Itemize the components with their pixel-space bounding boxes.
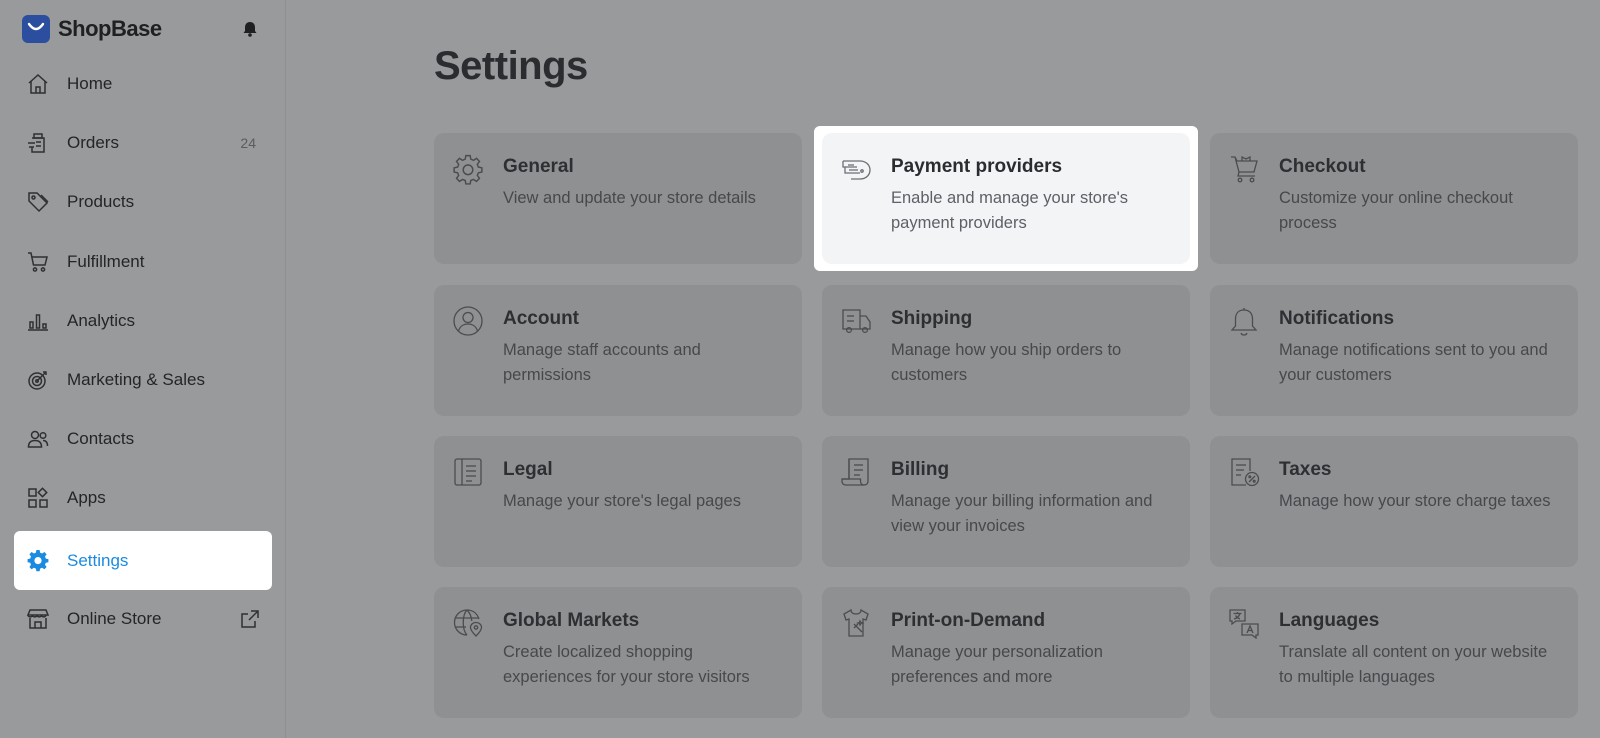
cart-icon <box>26 250 50 274</box>
card-taxes[interactable]: Taxes Manage how your store charge taxes <box>1210 436 1578 567</box>
sidebar-item-contacts[interactable]: Contacts <box>14 411 272 467</box>
sidebar-item-online-store[interactable]: Online Store <box>14 591 272 647</box>
sidebar-item-apps[interactable]: Apps <box>14 470 272 526</box>
shirt-icon <box>840 607 872 639</box>
card-global-markets[interactable]: Global Markets Create localized shopping… <box>434 587 802 718</box>
store-icon <box>26 607 50 631</box>
card-title: Taxes <box>1279 459 1332 480</box>
sidebar-item-label: Settings <box>67 550 129 570</box>
card-billing[interactable]: Billing Manage your billing information … <box>822 436 1190 567</box>
card-description: Manage your personalization preferences … <box>891 643 1103 686</box>
receipt-icon <box>840 456 872 488</box>
tag-icon <box>26 190 50 214</box>
bar-chart-icon <box>26 309 50 333</box>
sidebar: ShopBase Home Orders 24 Products Fulfill… <box>0 0 286 738</box>
home-icon <box>26 72 50 96</box>
sidebar-item-label: Marketing & Sales <box>67 370 205 389</box>
card-title: Payment providers <box>891 156 1063 177</box>
legal-document-icon <box>452 456 484 488</box>
card-print-on-demand[interactable]: Print-on-Demand Manage your personalizat… <box>822 587 1190 718</box>
sidebar-item-settings[interactable]: Settings <box>14 531 272 590</box>
page-title: Settings <box>434 44 588 88</box>
card-description: Manage how you ship orders to customers <box>891 341 1122 384</box>
card-title: Account <box>503 308 579 329</box>
card-description: Manage how your store charge taxes <box>1279 492 1551 510</box>
card-legal[interactable]: Legal Manage your store's legal pages <box>434 436 802 567</box>
sidebar-item-marketing-sales[interactable]: Marketing & Sales <box>14 352 272 408</box>
card-title: Notifications <box>1279 308 1395 329</box>
globe-pin-icon <box>452 607 484 639</box>
card-title: Print-on-Demand <box>891 610 1046 631</box>
sidebar-item-label: Online Store <box>67 609 162 628</box>
card-description: Manage staff accounts and permissions <box>503 341 701 384</box>
card-title: Global Markets <box>503 610 640 631</box>
card-description: Manage notifications sent to you and you… <box>1279 341 1548 384</box>
sidebar-item-label: Orders <box>67 133 119 152</box>
sidebar-item-products[interactable]: Products <box>14 174 272 230</box>
card-description: Create localized shopping experiences fo… <box>503 643 750 686</box>
external-link-icon[interactable] <box>240 609 260 629</box>
card-account[interactable]: Account Manage staff accounts and permis… <box>434 285 802 416</box>
sidebar-item-fulfillment[interactable]: Fulfillment <box>14 234 272 290</box>
card-description: Translate all content on your website to… <box>1279 643 1548 686</box>
card-title: General <box>503 156 574 177</box>
users-icon <box>26 427 50 451</box>
gear-icon <box>452 153 484 185</box>
card-title: Billing <box>891 459 950 480</box>
card-shipping[interactable]: Shipping Manage how you ship orders to c… <box>822 285 1190 416</box>
sidebar-item-label: Fulfillment <box>67 252 145 271</box>
card-checkout[interactable]: Checkout Customize your online checkout … <box>1210 133 1578 264</box>
truck-icon <box>840 305 872 337</box>
tax-icon <box>1228 456 1260 488</box>
card-title: Shipping <box>891 308 973 329</box>
card-description: Customize your online checkout process <box>1279 189 1513 232</box>
card-general[interactable]: General View and update your store detai… <box>434 133 802 264</box>
orders-count-badge: 24 <box>240 135 256 151</box>
card-languages[interactable]: Languages Translate all content on your … <box>1210 587 1578 718</box>
translate-icon <box>1228 607 1260 639</box>
bell-icon <box>1228 305 1260 337</box>
sidebar-item-orders[interactable]: Orders 24 <box>14 115 272 171</box>
user-circle-icon <box>452 305 484 337</box>
orders-icon <box>26 131 50 155</box>
sidebar-item-label: Analytics <box>67 311 136 330</box>
payment-icon <box>840 153 872 185</box>
card-description: Manage your billing information and view… <box>891 492 1153 535</box>
shopbase-logo-icon <box>22 15 50 43</box>
apps-grid-icon <box>26 486 50 510</box>
sidebar-item-label: Home <box>67 74 113 93</box>
card-description: View and update your store details <box>503 189 756 207</box>
sidebar-item-label: Products <box>67 192 135 211</box>
target-icon <box>26 368 50 392</box>
card-title: Checkout <box>1279 156 1366 177</box>
card-title: Languages <box>1279 610 1380 631</box>
card-payment-providers[interactable]: Payment providers Enable and manage your… <box>822 133 1190 264</box>
cart-icon <box>1228 153 1260 185</box>
brand-name: ShopBase <box>58 16 162 41</box>
sidebar-item-analytics[interactable]: Analytics <box>14 293 272 349</box>
card-notifications[interactable]: Notifications Manage notifications sent … <box>1210 285 1578 416</box>
gear-icon <box>26 548 50 572</box>
card-description: Manage your store's legal pages <box>503 492 741 510</box>
card-title: Legal <box>503 459 553 480</box>
sidebar-item-home[interactable]: Home <box>14 56 272 112</box>
card-description: Enable and manage your store's payment p… <box>891 189 1129 232</box>
sidebar-item-label: Contacts <box>67 429 135 448</box>
bell-icon[interactable] <box>240 19 260 39</box>
sidebar-item-label: Apps <box>67 488 106 507</box>
brand[interactable]: ShopBase <box>22 14 162 44</box>
